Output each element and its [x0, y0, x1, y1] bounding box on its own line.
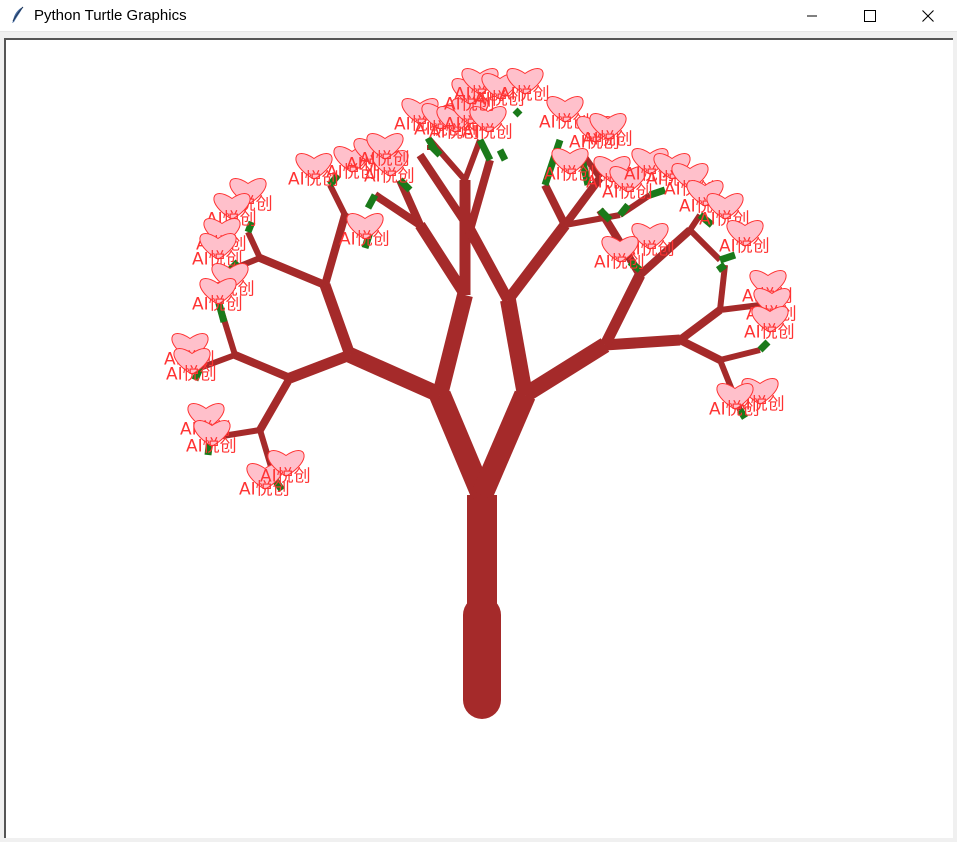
blossom-label: AI悦创 [709, 400, 760, 420]
branch [719, 347, 761, 363]
blossom-label: AI悦创 [594, 253, 645, 273]
turtle-canvas[interactable]: AI悦创 AI悦创 AI悦创 AI悦创 AI悦创 AI悦创 AI悦创 AI悦创 AI悦创 AI悦创… [4, 38, 953, 838]
branch [687, 227, 723, 263]
branch [520, 338, 610, 402]
branch [321, 213, 349, 287]
branch [432, 293, 473, 397]
close-icon [922, 9, 934, 22]
leaf [476, 138, 494, 162]
feather-icon [10, 6, 26, 24]
blossom: AI悦创 [594, 236, 645, 273]
leaf [496, 148, 509, 162]
leaf [364, 193, 379, 210]
window-title: Python Turtle Graphics [34, 7, 187, 24]
branch [465, 227, 513, 303]
blossom: AI悦创 [359, 133, 410, 170]
blossom-label: AI悦创 [359, 150, 410, 170]
blossom-label: AI悦创 [744, 323, 795, 343]
minimize-icon [806, 10, 818, 22]
branch [327, 183, 348, 217]
leaf [715, 262, 728, 273]
blossom: AI悦创 [499, 68, 550, 105]
branch [319, 283, 356, 357]
blossom-label: AI悦创 [582, 130, 633, 150]
branch [541, 183, 569, 227]
minimize-button[interactable] [789, 0, 835, 31]
branch [600, 272, 645, 348]
branch [256, 376, 294, 432]
blossom-label: AI悦创 [364, 167, 415, 187]
branch [471, 390, 536, 500]
window-titlebar[interactable]: Python Turtle Graphics [0, 0, 957, 32]
blossom: AI悦创 [744, 306, 795, 343]
leaf [757, 339, 771, 353]
branch [346, 347, 444, 403]
blossom-label: AI悦创 [186, 437, 237, 457]
branch [233, 351, 292, 382]
branch [678, 336, 722, 364]
blossom: AI悦创 [339, 213, 390, 250]
blossom-label: AI悦创 [260, 467, 311, 487]
branch [245, 230, 263, 260]
blossom-label: AI悦创 [166, 365, 217, 385]
blossom-label: AI悦创 [192, 295, 243, 315]
tree-drawing: AI悦创AI悦创AI悦创AI悦创AI悦创AI悦创AI悦创AI悦创AI悦创AI悦创… [164, 68, 797, 719]
maximize-button[interactable] [847, 0, 893, 31]
close-button[interactable] [905, 0, 951, 31]
branch [503, 221, 570, 304]
blossom: AI悦创 [186, 420, 237, 457]
blossom: AI悦创 [192, 278, 243, 315]
branch [604, 334, 681, 351]
branch [500, 298, 533, 397]
branch [258, 254, 327, 289]
branch [415, 222, 470, 298]
blossom-label: AI悦创 [462, 123, 513, 143]
branch [288, 349, 352, 384]
branch [677, 306, 723, 344]
blossom: AI悦创 [260, 450, 311, 487]
maximize-icon [864, 9, 876, 22]
branch [429, 390, 493, 500]
leaf [512, 107, 523, 118]
blossom-label: AI悦创 [499, 85, 550, 105]
blossom: AI悦创 [582, 113, 633, 150]
blossom-label: AI悦创 [339, 230, 390, 250]
blossom: AI悦创 [719, 220, 770, 257]
blossom-label: AI悦创 [719, 237, 770, 257]
blossom: AI悦创 [709, 383, 760, 420]
branch [462, 138, 483, 182]
blossom: AI悦创 [166, 348, 217, 385]
branch [466, 158, 494, 232]
